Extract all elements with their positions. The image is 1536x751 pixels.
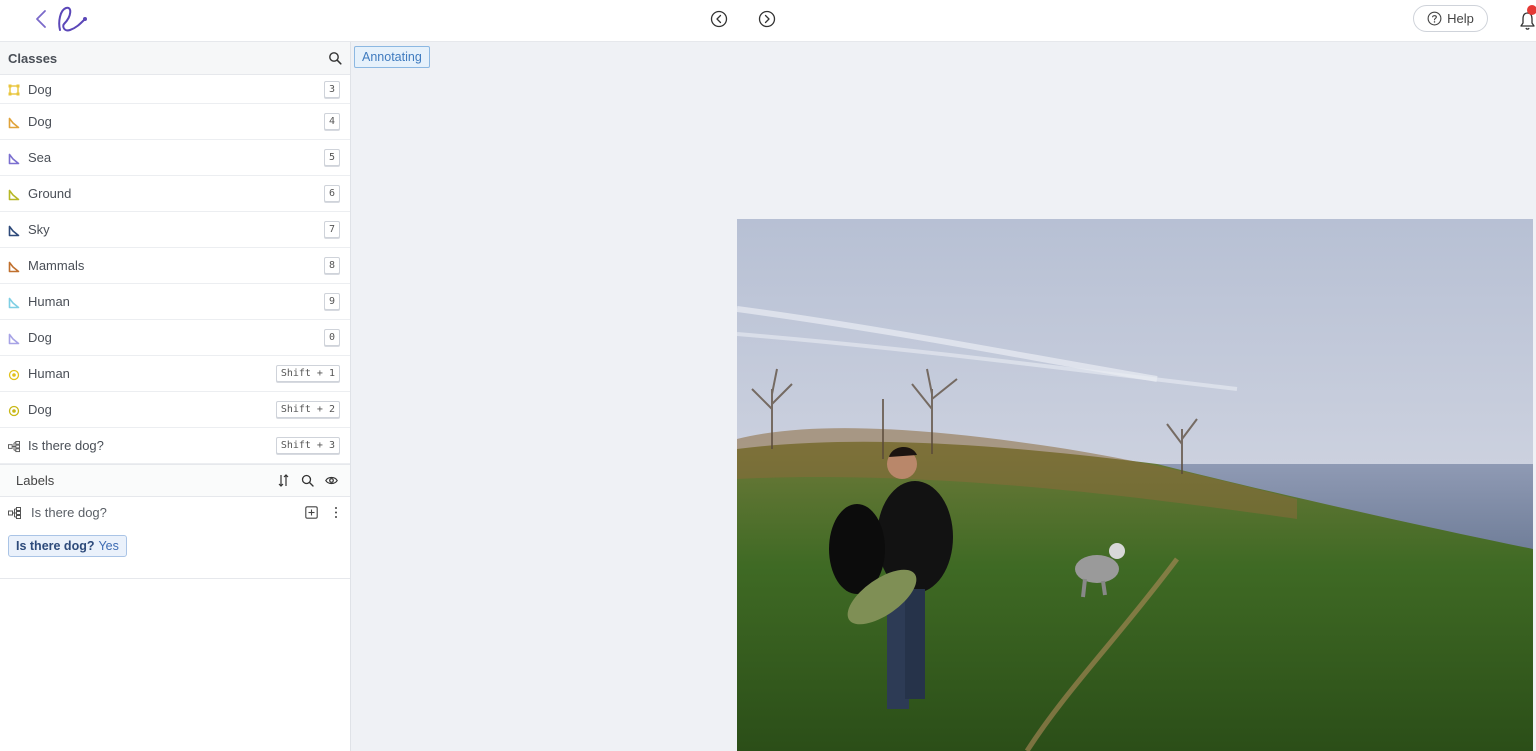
- class-list: Dog 3 Dog 4 Sea 5 Ground 6 Sky 7 Mammals 8 Human 9 Dog…: [0, 75, 350, 464]
- shortcut-key: Shift + 1: [275, 365, 340, 382]
- label-item[interactable]: Is there dog? Is there dog? Yes: [0, 497, 350, 579]
- shortcut-key: 7: [323, 221, 340, 238]
- app-logo[interactable]: [54, 4, 90, 34]
- answer-question: Is there dog?: [16, 539, 95, 553]
- shortcut-key: 6: [323, 185, 340, 202]
- tag-tree-icon: [8, 440, 20, 453]
- class-item[interactable]: Ground 6: [0, 176, 350, 212]
- notification-badge: [1527, 5, 1536, 15]
- back-chevron-icon[interactable]: [34, 8, 48, 30]
- add-square-icon[interactable]: [305, 506, 318, 519]
- search-icon[interactable]: [328, 51, 342, 65]
- shortcut-key: 4: [323, 113, 340, 130]
- class-item[interactable]: Sky 7: [0, 212, 350, 248]
- shortcut-key: 9: [323, 293, 340, 310]
- shortcut-key: 8: [323, 257, 340, 274]
- class-name: Ground: [28, 186, 72, 201]
- class-item[interactable]: Mammals 8: [0, 248, 350, 284]
- status-badge: Annotating: [354, 46, 430, 68]
- class-name: Human: [28, 294, 70, 309]
- help-label: Help: [1447, 11, 1474, 26]
- class-name: Mammals: [28, 258, 85, 273]
- polygon-icon: [8, 260, 20, 272]
- class-name: Dog: [28, 114, 52, 129]
- shortcut-key: Shift + 2: [275, 401, 340, 418]
- shortcut-key: Shift + 3: [275, 437, 340, 454]
- bounding-box-icon: [8, 83, 20, 96]
- classes-title: Classes: [8, 50, 58, 66]
- class-item[interactable]: Human Shift + 1: [0, 356, 350, 392]
- prev-image-icon[interactable]: [710, 10, 728, 28]
- class-item[interactable]: Dog 3: [0, 75, 350, 104]
- shortcut-key: 3: [323, 80, 340, 98]
- sort-icon[interactable]: [277, 474, 290, 487]
- label-item-name: Is there dog?: [31, 505, 107, 520]
- class-name: Sky: [28, 222, 50, 237]
- answer-chip[interactable]: Is there dog? Yes: [8, 535, 127, 557]
- tag-tree-icon: [8, 506, 21, 519]
- polygon-icon: [8, 152, 20, 164]
- help-button[interactable]: Help: [1413, 5, 1488, 32]
- labels-title: Labels: [16, 473, 55, 488]
- classes-header: Classes: [0, 42, 350, 75]
- class-name: Dog: [28, 402, 52, 417]
- polygon-icon: [8, 116, 20, 128]
- next-image-icon[interactable]: [758, 10, 776, 28]
- polygon-icon: [8, 188, 20, 200]
- labels-header: Labels: [0, 464, 350, 497]
- class-item[interactable]: Is there dog? Shift + 3: [0, 428, 350, 464]
- class-item[interactable]: Dog Shift + 2: [0, 392, 350, 428]
- eye-icon[interactable]: [325, 474, 338, 487]
- shortcut-key: 5: [323, 149, 340, 166]
- sidebar: Classes Dog 3 Dog 4 Sea 5 Ground 6 Sky 7 Mammals 8 H…: [0, 42, 351, 751]
- class-name: Dog: [28, 330, 52, 345]
- class-item[interactable]: Dog 0: [0, 320, 350, 356]
- point-icon: [8, 404, 20, 416]
- class-item[interactable]: Dog 4: [0, 104, 350, 140]
- top-bar: Help: [0, 0, 1536, 42]
- class-name: Human: [28, 366, 70, 381]
- class-item[interactable]: Human 9: [0, 284, 350, 320]
- annotation-image[interactable]: [737, 219, 1533, 751]
- shortcut-key: 0: [323, 329, 340, 346]
- more-vertical-icon[interactable]: [334, 506, 338, 519]
- class-name: Dog: [28, 81, 52, 97]
- search-labels-icon[interactable]: [301, 474, 314, 487]
- point-icon: [8, 368, 20, 380]
- polygon-icon: [8, 332, 20, 344]
- question-circle-icon: [1427, 11, 1442, 26]
- class-name: Is there dog?: [28, 438, 104, 453]
- class-item[interactable]: Sea 5: [0, 140, 350, 176]
- answer-value: Yes: [98, 539, 119, 553]
- polygon-icon: [8, 224, 20, 236]
- annotation-canvas[interactable]: Annotating: [351, 42, 1536, 751]
- polygon-icon: [8, 296, 20, 308]
- class-name: Sea: [28, 150, 52, 165]
